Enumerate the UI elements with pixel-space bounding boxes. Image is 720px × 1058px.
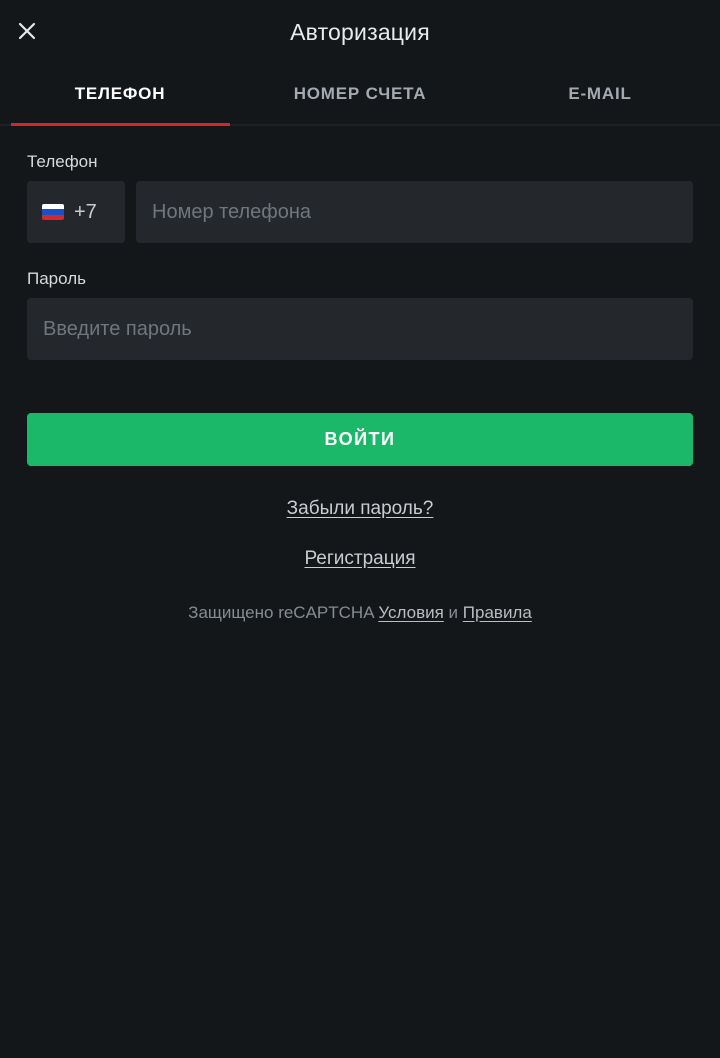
auth-tabs: ТЕЛЕФОН НОМЕР СЧЕТА E-MAIL [0, 64, 720, 126]
login-form: Телефон +7 Пароль ВОЙТИ Забыли пароль? Р… [0, 152, 720, 623]
forgot-password-link[interactable]: Забыли пароль? [287, 498, 434, 520]
country-code: +7 [74, 200, 97, 223]
password-label: Пароль [27, 269, 86, 288]
register-link[interactable]: Регистрация [304, 548, 415, 570]
password-input[interactable] [27, 298, 693, 360]
tab-account-number[interactable]: НОМЕР СЧЕТА [240, 64, 480, 124]
links-block: Забыли пароль? Регистрация [27, 498, 693, 570]
country-code-selector[interactable]: +7 [27, 181, 125, 243]
phone-row: +7 [27, 181, 693, 243]
phone-input[interactable] [136, 181, 693, 243]
recaptcha-notice: Защищено reCAPTCHA Условия и Правила [27, 603, 693, 623]
login-screen: Авторизация ТЕЛЕФОН НОМЕР СЧЕТА E-MAIL Т… [0, 0, 720, 1058]
recaptcha-terms-link[interactable]: Условия [378, 603, 443, 622]
page-title: Авторизация [290, 18, 430, 45]
tab-email[interactable]: E-MAIL [480, 64, 720, 124]
close-icon [18, 22, 36, 40]
tab-phone[interactable]: ТЕЛЕФОН [0, 64, 240, 124]
active-tab-indicator [11, 123, 230, 126]
phone-label: Телефон [27, 152, 98, 171]
close-button[interactable] [10, 14, 44, 48]
recaptcha-and: и [448, 603, 459, 622]
russia-flag-icon [42, 204, 64, 220]
login-button[interactable]: ВОЙТИ [27, 413, 693, 466]
header: Авторизация [0, 0, 720, 64]
recaptcha-privacy-link[interactable]: Правила [463, 603, 532, 622]
recaptcha-text: Защищено reCAPTCHA [188, 603, 374, 622]
